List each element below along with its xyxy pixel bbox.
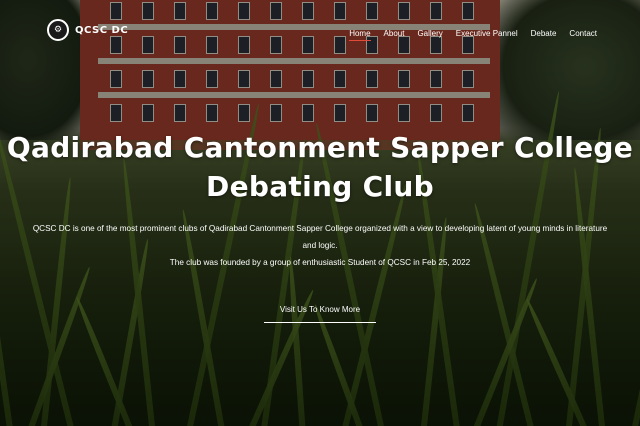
brand-name: QCSC DC [75,24,129,36]
brand-logo[interactable]: ⚙ QCSC DC [47,19,128,41]
hero-description: QCSC DC is one of the most prominent clu… [0,220,640,271]
nav-item-home[interactable]: Home [349,29,371,41]
navbar: ⚙ QCSC DC Home About Gallery Executive P… [0,0,640,70]
hero-description-line1: QCSC DC is one of the most prominent clu… [32,224,608,250]
college-seal-icon: ⚙ [47,19,69,41]
nav-item-about[interactable]: About [384,29,405,41]
visit-us-button[interactable]: Visit Us To Know More [263,301,377,323]
hero-title-line1: Qadirabad Cantonment Sapper College [6,131,634,164]
nav-item-gallery[interactable]: Gallery [417,29,442,41]
nav-item-contact[interactable]: Contact [569,29,597,41]
nav-item-executive-pannel[interactable]: Executive Pannel [456,29,518,41]
hero-content: Qadirabad Cantonment Sapper College Deba… [0,128,640,323]
hero-description-line2: The club was founded by a group of enthu… [169,258,471,267]
hero-title-line2: Debating Club [206,170,434,203]
main-nav: Home About Gallery Executive Pannel Deba… [336,29,597,41]
hero-title: Qadirabad Cantonment Sapper College Deba… [0,128,640,206]
nav-item-debate[interactable]: Debate [531,29,557,41]
